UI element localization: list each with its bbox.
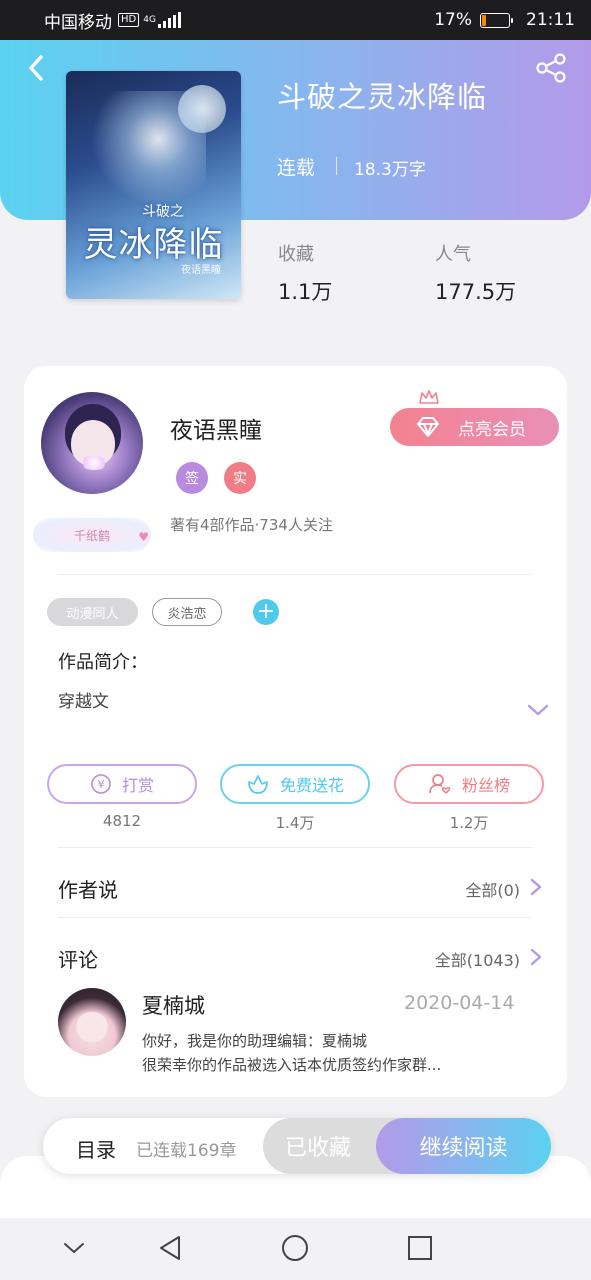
nav-recents-button[interactable] bbox=[404, 1232, 436, 1264]
back-button[interactable] bbox=[20, 50, 52, 86]
square-recents-icon bbox=[408, 1236, 432, 1260]
circle-home-icon bbox=[282, 1235, 308, 1261]
chapter-count[interactable]: 已连载169章 bbox=[136, 1136, 236, 1161]
crown-icon bbox=[419, 390, 439, 404]
triangle-back-icon bbox=[160, 1236, 180, 1260]
comment-text-line[interactable]: 很荣幸你的作品被选入话本优质签约作家群... bbox=[142, 1054, 441, 1075]
carrier-name: 中国移动 bbox=[44, 12, 112, 33]
word-count: 18.3万字 bbox=[354, 160, 426, 180]
author-avatar[interactable] bbox=[41, 392, 143, 494]
vip-button-label: 点亮会员 bbox=[458, 419, 526, 440]
battery-icon bbox=[480, 12, 513, 28]
cover-title: 灵冰降临 bbox=[83, 225, 224, 265]
comments-title: 评论 bbox=[58, 948, 98, 972]
comment-text-line[interactable]: 你好，我是你的助理编辑：夏楠城 bbox=[142, 1030, 367, 1051]
intro-text: 穿越文 bbox=[58, 692, 109, 712]
continue-reading-label: 继续阅读 bbox=[419, 1136, 508, 1161]
divider bbox=[58, 847, 532, 848]
continue-reading-button[interactable]: 继续阅读 bbox=[376, 1118, 551, 1174]
hide-nav-button[interactable] bbox=[58, 1232, 90, 1264]
comments-all-link[interactable]: 全部(1043) bbox=[400, 947, 520, 971]
author-says-all-link[interactable]: 全部(0) bbox=[420, 877, 520, 901]
signal-icon bbox=[157, 12, 181, 28]
send-flower-button[interactable]: 免费送花 bbox=[220, 764, 370, 804]
popularity-label: 人气 bbox=[435, 244, 471, 265]
share-button[interactable] bbox=[534, 52, 570, 84]
fan-count: 1.2万 bbox=[449, 814, 489, 832]
reward-count: 4812 bbox=[102, 812, 142, 830]
book-cover[interactable]: 斗破之 灵冰降临 夜语黑瞳 bbox=[66, 71, 241, 299]
add-tag-button[interactable]: + bbox=[253, 599, 279, 625]
svg-text:¥: ¥ bbox=[97, 778, 104, 791]
author-says-title: 作者说 bbox=[58, 878, 118, 902]
divider bbox=[58, 574, 532, 575]
status-bar: 中国移动 HD 4G 17% 21:11 bbox=[0, 0, 591, 40]
heart-icon: ♥ bbox=[138, 530, 149, 544]
favorited-label: 已收藏 bbox=[284, 1136, 351, 1161]
commenter-name[interactable]: 夏楠城 bbox=[142, 990, 205, 1020]
author-name[interactable]: 夜语黑瞳 bbox=[170, 411, 262, 445]
flower-count: 1.4万 bbox=[275, 814, 315, 832]
book-title: 斗破之灵冰降临 bbox=[277, 80, 488, 114]
battery-percent: 17% bbox=[434, 10, 472, 30]
tag-pairing[interactable]: 炎浩恋 bbox=[152, 598, 222, 626]
clock: 21:11 bbox=[526, 10, 575, 30]
chevron-right-icon[interactable] bbox=[528, 877, 544, 897]
divider bbox=[58, 917, 532, 918]
chevron-down-icon bbox=[64, 1243, 84, 1253]
author-badge-label: 千纸鹤 bbox=[73, 528, 110, 543]
comment-date: 2020-04-14 bbox=[404, 992, 515, 1014]
vip-button[interactable]: 点亮会员 bbox=[390, 390, 559, 446]
chevron-down-icon bbox=[527, 704, 549, 716]
reward-button[interactable]: ¥ 打赏 bbox=[47, 764, 197, 804]
flower-icon bbox=[248, 775, 268, 794]
cover-author: 夜语黑瞳 bbox=[181, 265, 221, 276]
diamond-icon bbox=[417, 417, 439, 437]
chevron-left-icon bbox=[29, 55, 43, 81]
nav-back-button[interactable] bbox=[154, 1232, 186, 1264]
send-flower-label: 免费送花 bbox=[279, 776, 344, 795]
verified-mark: 实 bbox=[224, 462, 256, 494]
popularity-value: 177.5万 bbox=[435, 280, 517, 304]
fan-ranking-label: 粉丝榜 bbox=[461, 776, 510, 795]
network-type: 4G bbox=[143, 14, 156, 25]
author-works-info: 著有4部作品·734人关注 bbox=[170, 516, 333, 534]
tag-anime-fanfic[interactable]: 动漫同人 bbox=[47, 598, 138, 626]
expand-intro-button[interactable] bbox=[525, 700, 551, 720]
hd-indicator: HD bbox=[118, 13, 140, 27]
table-of-contents-button[interactable]: 目录 bbox=[76, 1134, 116, 1163]
favorites-value: 1.1万 bbox=[278, 280, 333, 304]
fan-ranking-button[interactable]: 粉丝榜 bbox=[394, 764, 544, 804]
divider bbox=[336, 157, 337, 175]
fan-user-icon bbox=[429, 774, 451, 794]
reward-label: 打赏 bbox=[121, 776, 154, 795]
intro-label: 作品简介： bbox=[58, 652, 148, 673]
share-icon bbox=[536, 53, 566, 83]
author-badge: 千纸鹤 ♥ bbox=[33, 518, 151, 552]
cover-figure bbox=[86, 91, 206, 211]
yen-coin-icon: ¥ bbox=[91, 774, 111, 794]
nav-home-button[interactable] bbox=[279, 1232, 311, 1264]
commenter-avatar[interactable] bbox=[58, 988, 126, 1056]
book-status: 连载 bbox=[277, 157, 316, 179]
favorites-label: 收藏 bbox=[278, 244, 314, 265]
chevron-right-icon[interactable] bbox=[528, 947, 544, 967]
signed-mark: 签 bbox=[176, 462, 208, 494]
